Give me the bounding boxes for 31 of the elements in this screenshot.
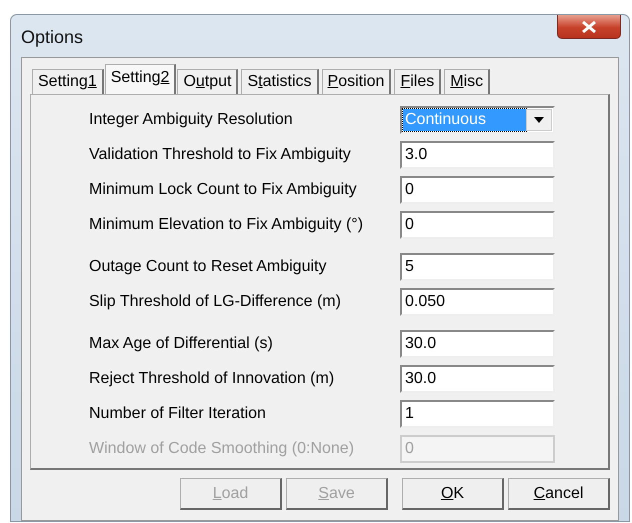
input-field[interactable]: 0: [400, 210, 555, 238]
field-label: Window of Code Smoothing (0:None): [88, 438, 356, 458]
dialog-button[interactable]: OK: [402, 478, 504, 510]
input-field[interactable]: 30.0: [400, 364, 555, 392]
input-field[interactable]: 5: [400, 252, 555, 280]
input-field[interactable]: 30.0: [400, 330, 555, 358]
field-label: Minimum Lock Count to Fix Ambiguity: [88, 180, 358, 200]
tab[interactable]: Position: [322, 69, 392, 94]
field-label: Minimum Elevation to Fix Ambiguity (°): [88, 214, 364, 234]
field-label: Reject Threshold of Innovation (m): [88, 368, 336, 388]
dropdown-arrow-icon: [534, 116, 544, 122]
input-field[interactable]: 1: [400, 400, 555, 428]
field-label: Outage Count to Reset Ambiguity: [88, 256, 328, 276]
input-field[interactable]: 3.0: [400, 140, 555, 168]
window-title: Options: [21, 26, 84, 49]
field-label: Max Age of Differential (s): [88, 334, 274, 354]
input-field[interactable]: 0: [400, 176, 555, 204]
field-label: Integer Ambiguity Resolution: [88, 110, 294, 130]
field-label: Validation Threshold to Fix Ambiguity: [88, 144, 352, 164]
close-button[interactable]: [557, 15, 621, 39]
tab[interactable]: Setting2: [104, 64, 176, 94]
field-label: Number of Filter Iteration: [88, 404, 267, 424]
field-label: Slip Threshold of LG-Difference (m): [88, 292, 342, 312]
tab[interactable]: Output: [177, 69, 238, 94]
input-field[interactable]: 0.050: [400, 288, 555, 316]
tab[interactable]: Files: [394, 69, 442, 94]
tab[interactable]: Misc: [444, 69, 490, 94]
close-icon: [581, 20, 597, 32]
tab[interactable]: Statistics: [241, 69, 319, 94]
tab[interactable]: Setting1: [32, 69, 104, 94]
dialog-button[interactable]: Cancel: [508, 478, 610, 510]
